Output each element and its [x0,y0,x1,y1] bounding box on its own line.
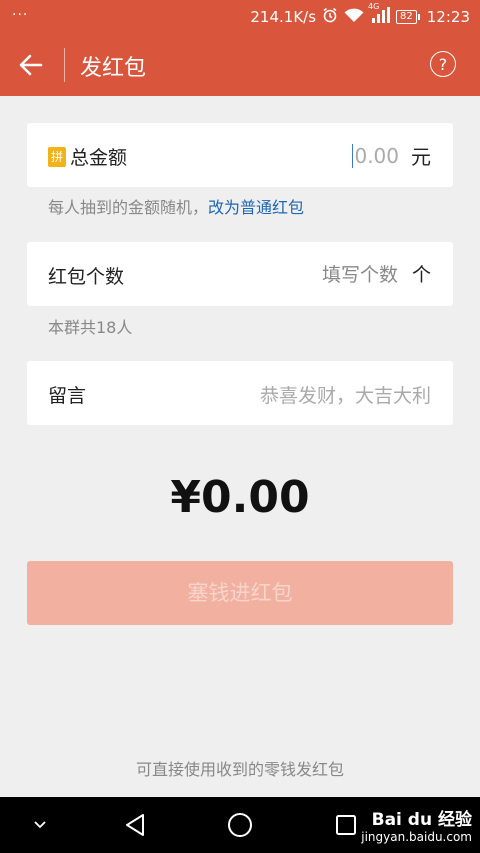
nav-back-button[interactable] [115,797,155,853]
nav-home-button[interactable] [220,797,260,853]
triangle-back-icon [126,814,144,836]
chevron-down-icon [34,821,46,829]
circle-home-icon [228,813,252,837]
message-input[interactable]: 恭喜发财，大吉大利 [260,381,431,408]
total-amount-label-group: 拼总金额 [48,143,127,170]
total-amount-input[interactable]: 0.00 元 [351,141,431,170]
watermark-url: jingyan.baidu.com [361,830,472,844]
app-bar: 发红包 ? [0,34,480,96]
status-bar-right: 214.1K/s 4G 82 12:23 [250,2,470,27]
pin-badge-icon: 拼 [48,146,66,167]
question-mark-icon: ? [438,54,448,74]
network-speed: 214.1K/s [250,8,317,26]
back-button[interactable] [14,49,48,81]
help-button[interactable]: ? [430,51,456,77]
network-type: 4G [368,2,380,11]
footer-hint: 可直接使用收到的零钱发红包 [135,760,344,779]
packet-count-label: 红包个数 [48,266,125,288]
notification-dots: ··· [12,7,29,23]
total-amount-label: 总金额 [70,147,128,169]
amount-hint-text: 每人抽到的金额随机， [48,198,209,217]
packet-count-card[interactable]: 红包个数 填写个数 个 [27,242,453,306]
text-cursor [351,143,354,168]
battery-indicator: 82 [396,10,420,24]
group-member-count: 本群共18人 [48,318,133,337]
appbar-divider [64,48,65,82]
count-placeholder: 填写个数 [321,264,398,286]
total-amount-card[interactable]: 拼总金额 0.00 元 [27,123,453,187]
nav-recents-button[interactable] [326,797,366,853]
nav-hide-button[interactable] [20,797,60,853]
total-display: ¥0.00 [170,472,310,523]
status-bar: ··· 214.1K/s 4G 82 12:23 [0,0,480,34]
clock: 12:23 [426,8,470,26]
submit-button[interactable]: 塞钱进红包 [27,561,453,625]
amount-hint: 每人抽到的金额随机，改为普通红包 [48,194,304,218]
switch-normal-packet-link[interactable]: 改为普通红包 [208,198,304,217]
arrow-left-icon [19,54,43,76]
packet-count-input[interactable]: 填写个数 个 [322,260,431,287]
message-card[interactable]: 留言 恭喜发财，大吉大利 [27,361,453,425]
page-title: 发红包 [80,56,147,81]
baidu-watermark: Bai du 经验 jingyan.baidu.com [361,805,472,844]
message-label: 留言 [48,385,87,407]
system-nav-bar: Bai du 经验 jingyan.baidu.com [0,797,480,853]
watermark-brand: Bai du 经验 [371,810,472,830]
amount-placeholder: 0.00 [354,143,399,168]
count-unit: 个 [411,264,431,286]
alarm-icon [322,7,338,27]
wifi-icon [344,7,364,27]
square-recents-icon [336,815,356,835]
amount-unit: 元 [411,145,431,169]
signal-icon: 4G [368,2,391,27]
